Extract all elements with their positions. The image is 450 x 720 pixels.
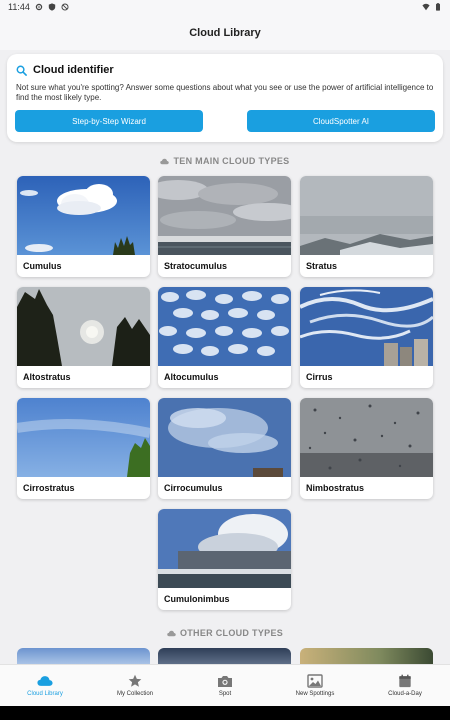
nav-label: New Spottings <box>295 691 335 697</box>
cirrostratus-photo <box>17 398 150 477</box>
battery-icon <box>436 3 440 11</box>
section-title-other: OTHER CLOUD TYPES <box>0 628 450 638</box>
cloud-name: Cumulonimbus <box>164 594 230 604</box>
stratus-photo <box>300 176 433 255</box>
altostratus-photo <box>17 287 150 366</box>
cloud-tile-cirrus[interactable]: Cirrus <box>300 287 433 388</box>
wifi-icon <box>422 3 430 11</box>
identifier-title: Cloud identifier <box>33 64 114 76</box>
nav-cloud-library[interactable]: Cloud Library <box>0 665 90 706</box>
nimbostratus-photo <box>300 398 433 477</box>
cloud-tile-stratocumulus[interactable]: Stratocumulus <box>158 176 291 277</box>
cloud-tile-stratus[interactable]: Stratus <box>300 176 433 277</box>
cloud-name: Cirrus <box>306 372 333 382</box>
section-title-other-label: OTHER CLOUD TYPES <box>179 628 284 638</box>
page-title: Cloud Library <box>189 27 261 39</box>
stratocumulus-photo <box>158 176 291 255</box>
cloud-name: Nimbostratus <box>306 483 365 493</box>
status-bar: 11:44 <box>0 0 450 14</box>
step-by-step-wizard-button[interactable]: Step-by-Step Wizard <box>15 110 203 132</box>
section-title-main-label: TEN MAIN CLOUD TYPES <box>173 156 290 166</box>
cloud-tile-altostratus[interactable]: Altostratus <box>17 287 150 388</box>
calendar-icon <box>399 674 411 688</box>
cloud-identifier-card: Cloud identifier Not sure what you're sp… <box>7 54 443 142</box>
cloud-tile-cirrocumulus[interactable]: Cirrocumulus <box>158 398 291 499</box>
settings-icon <box>35 3 43 11</box>
cloud-icon <box>37 676 53 686</box>
cloud-name: Cirrocumulus <box>164 483 223 493</box>
cloud-name: Cumulus <box>23 261 62 271</box>
blocked-icon <box>61 3 69 11</box>
bottom-navigation: Cloud Library My Collection Spot New Spo… <box>0 664 450 706</box>
nav-my-collection[interactable]: My Collection <box>90 665 180 706</box>
cirrocumulus-photo <box>158 398 291 477</box>
nav-cloud-a-day[interactable]: Cloud-a-Day <box>360 665 450 706</box>
shield-icon <box>48 3 56 11</box>
cloud-name: Altocumulus <box>164 372 219 382</box>
nav-new-spottings[interactable]: New Spottings <box>270 665 360 706</box>
cloud-tile-altocumulus[interactable]: Altocumulus <box>158 287 291 388</box>
image-icon <box>307 674 323 688</box>
system-navigation-bar <box>0 706 450 720</box>
nav-spot[interactable]: Spot <box>180 665 270 706</box>
cloud-name: Altostratus <box>23 372 71 382</box>
nav-label: Spot <box>218 691 232 697</box>
cirrus-photo <box>300 287 433 366</box>
cloud-tile-nimbostratus[interactable]: Nimbostratus <box>300 398 433 499</box>
search-icon <box>16 65 27 76</box>
altocumulus-photo <box>158 287 291 366</box>
other-cloud-tile[interactable] <box>300 648 433 664</box>
camera-icon <box>218 676 232 687</box>
nav-label: My Collection <box>116 691 153 697</box>
app-header: Cloud Library <box>0 14 450 50</box>
cloud-tile-cirrostratus[interactable]: Cirrostratus <box>17 398 150 499</box>
cloud-name: Cirrostratus <box>23 483 75 493</box>
nav-label: Cloud Library <box>27 691 63 697</box>
cloud-tile-cumulonimbus[interactable]: Cumulonimbus <box>158 509 291 610</box>
cloud-icon <box>160 158 170 164</box>
other-cloud-tile[interactable] <box>17 648 150 664</box>
cloudspotter-ai-button[interactable]: CloudSpotter AI <box>247 110 435 132</box>
cumulus-photo <box>17 176 150 255</box>
nav-label: Cloud-a-Day <box>388 691 422 697</box>
identifier-description: Not sure what you're spotting? Answer so… <box>16 83 434 102</box>
cloud-icon <box>167 630 176 636</box>
cumulonimbus-photo <box>158 509 291 588</box>
cloud-tile-cumulus[interactable]: Cumulus <box>17 176 150 277</box>
status-time: 11:44 <box>8 2 30 12</box>
cloud-name: Stratus <box>306 261 338 271</box>
section-title-main: TEN MAIN CLOUD TYPES <box>0 156 450 166</box>
cloud-name: Stratocumulus <box>164 261 228 271</box>
star-icon <box>128 674 142 687</box>
other-cloud-tile[interactable] <box>158 648 291 664</box>
